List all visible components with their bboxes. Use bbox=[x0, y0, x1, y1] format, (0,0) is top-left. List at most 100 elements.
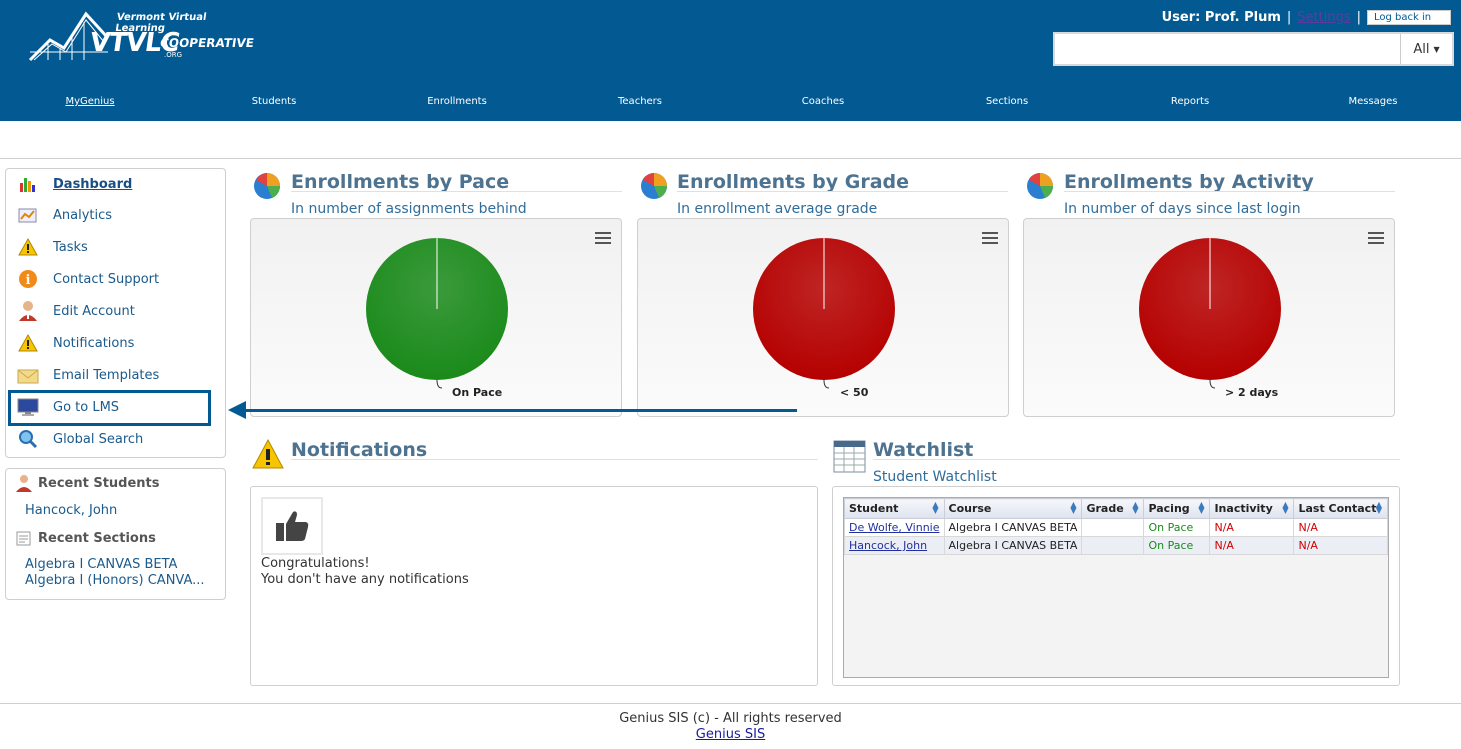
warning-icon bbox=[17, 332, 39, 354]
vtvlc-logo[interactable]: Vermont Virtual Learning VTVLC COOPERATI… bbox=[28, 8, 255, 66]
recent-sections-title: Recent Sections bbox=[38, 530, 156, 546]
warning-icon bbox=[252, 438, 284, 469]
grade-cell bbox=[1081, 518, 1145, 537]
activity-chart-panel: > 2 days bbox=[1023, 218, 1395, 417]
pace-chart-panel: On Pace bbox=[250, 218, 622, 417]
recent-students-heading: Recent Students bbox=[15, 474, 160, 492]
highlight-box bbox=[8, 390, 211, 426]
sidebar-item-analytics[interactable]: Analytics bbox=[17, 203, 112, 227]
footer-link-row: Genius SIS bbox=[0, 727, 1461, 742]
global-search-input[interactable]: All ▼ bbox=[1053, 32, 1454, 66]
pie-chart-icon bbox=[254, 173, 280, 199]
pie-chart-icon bbox=[641, 173, 667, 199]
student-link[interactable]: Hancock, John bbox=[849, 539, 927, 552]
recent-student-link[interactable]: Hancock, John bbox=[25, 503, 117, 518]
logo-line2: COOPERATIVE bbox=[159, 36, 255, 50]
title-divider bbox=[291, 459, 818, 460]
sidebar-item-label: Contact Support bbox=[53, 271, 160, 287]
search-scope-value: All bbox=[1413, 41, 1430, 57]
search-scope-dropdown[interactable]: All ▼ bbox=[1400, 34, 1452, 64]
envelope-icon bbox=[17, 364, 39, 386]
annotation-arrow bbox=[244, 409, 797, 412]
label-connector bbox=[436, 379, 443, 389]
pie-slice-label: < 50 bbox=[840, 386, 869, 399]
watchlist-title: Watchlist bbox=[873, 439, 974, 461]
svg-text:i: i bbox=[26, 273, 31, 288]
info-icon: i bbox=[17, 268, 39, 290]
notification-message: You don't have any notifications bbox=[261, 572, 469, 587]
sidebar-item-label: Tasks bbox=[53, 239, 88, 255]
sort-icon: ▲ ▼ bbox=[1132, 500, 1139, 515]
nav-teachers[interactable]: Teachers bbox=[618, 96, 662, 107]
label-connector bbox=[1209, 379, 1216, 389]
sort-icon: ▲ ▼ bbox=[932, 500, 939, 515]
inactivity-cell: N/A bbox=[1209, 518, 1295, 537]
sidebar-item-global-search[interactable]: Global Search bbox=[17, 427, 143, 451]
log-back-in-button[interactable]: Log back in bbox=[1367, 9, 1451, 25]
sort-icon: ▲ ▼ bbox=[1282, 500, 1289, 515]
sidebar-item-contact-support[interactable]: i Contact Support bbox=[17, 267, 159, 291]
nav-mygenius[interactable]: MyGenius bbox=[65, 96, 114, 107]
grade-pie-chart bbox=[753, 238, 895, 389]
activity-widget-title: Enrollments by Activity bbox=[1064, 171, 1314, 193]
column-header-last-contact[interactable]: Last Contact ▲ ▼ bbox=[1293, 498, 1388, 519]
sidebar-item-edit-account[interactable]: Edit Account bbox=[17, 299, 135, 323]
recent-sections-heading: Recent Sections bbox=[15, 529, 156, 547]
pace-pie-chart bbox=[366, 238, 508, 389]
nav-reports[interactable]: Reports bbox=[1171, 96, 1209, 107]
caret-down-icon: ▼ bbox=[1433, 44, 1440, 54]
thumbs-up-icon bbox=[261, 497, 323, 555]
magnifier-icon bbox=[17, 428, 39, 450]
settings-link[interactable]: Settings bbox=[1297, 10, 1350, 25]
sidebar-item-dashboard[interactable]: Dashboard bbox=[17, 172, 132, 196]
warning-icon bbox=[17, 236, 39, 258]
column-header-inactivity[interactable]: Inactivity ▲ ▼ bbox=[1209, 498, 1295, 519]
pie-chart-icon bbox=[1027, 173, 1053, 199]
subheader-bar bbox=[0, 121, 1461, 159]
sidebar-item-notifications[interactable]: Notifications bbox=[17, 331, 134, 355]
footer-divider bbox=[0, 703, 1461, 704]
nav-messages[interactable]: Messages bbox=[1348, 96, 1397, 107]
column-header-grade[interactable]: Grade ▲ ▼ bbox=[1081, 498, 1145, 519]
label-connector bbox=[823, 379, 830, 389]
nav-students[interactable]: Students bbox=[252, 96, 297, 107]
column-header-pacing[interactable]: Pacing ▲ ▼ bbox=[1143, 498, 1211, 519]
watchlist-subtitle: Student Watchlist bbox=[873, 469, 997, 485]
pace-widget-title: Enrollments by Pace bbox=[291, 171, 510, 193]
nav-coaches[interactable]: Coaches bbox=[802, 96, 844, 107]
dashboard-icon bbox=[17, 173, 39, 195]
pace-widget-subtitle: In number of assignments behind bbox=[291, 201, 527, 217]
nav-sections[interactable]: Sections bbox=[986, 96, 1028, 107]
course-cell: Algebra I CANVAS BETA bbox=[943, 518, 1083, 537]
notifications-title: Notifications bbox=[291, 439, 428, 461]
column-header-student[interactable]: Student ▲ ▼ bbox=[844, 498, 945, 519]
pie-slice-label: On Pace bbox=[452, 386, 503, 399]
grade-cell bbox=[1081, 536, 1145, 555]
pie-slice-label: > 2 days bbox=[1225, 386, 1279, 399]
student-link[interactable]: De Wolfe, Vinnie bbox=[849, 521, 940, 534]
course-cell: Algebra I CANVAS BETA bbox=[943, 536, 1083, 555]
grade-chart-panel: < 50 bbox=[637, 218, 1009, 417]
nav-enrollments[interactable]: Enrollments bbox=[427, 96, 487, 107]
recent-section-link[interactable]: Algebra I (Honors) CANVA... bbox=[25, 573, 205, 588]
sidebar-item-label: Dashboard bbox=[53, 176, 133, 192]
sidebar-item-label: Notifications bbox=[53, 335, 135, 351]
title-divider bbox=[873, 459, 1400, 460]
sidebar-item-label: Edit Account bbox=[53, 303, 135, 319]
sidebar-item-tasks[interactable]: Tasks bbox=[17, 235, 88, 259]
sort-icon: ▲ ▼ bbox=[1375, 500, 1382, 515]
column-header-course[interactable]: Course ▲ ▼ bbox=[943, 498, 1083, 519]
title-divider bbox=[677, 191, 1008, 192]
table-row[interactable]: Hancock, John Algebra I CANVAS BETA On P… bbox=[844, 536, 1388, 555]
sidebar-item-label: Analytics bbox=[53, 207, 113, 223]
footer-copyright: Genius SIS (c) - All rights reserved bbox=[619, 711, 842, 726]
sidebar-item-label: Global Search bbox=[53, 431, 144, 447]
genius-sis-link[interactable]: Genius SIS bbox=[696, 727, 765, 742]
main-nav: MyGenius Students Enrollments Teachers C… bbox=[0, 96, 1461, 112]
user-icon bbox=[17, 300, 39, 322]
table-row[interactable]: De Wolfe, Vinnie Algebra I CANVAS BETA O… bbox=[844, 518, 1388, 537]
user-bar: User: Prof. Plum | Settings | Log back i… bbox=[1162, 8, 1451, 26]
recent-section-link[interactable]: Algebra I CANVAS BETA bbox=[25, 557, 177, 572]
sidebar-item-email-templates[interactable]: Email Templates bbox=[17, 363, 159, 387]
sort-icon: ▲ ▼ bbox=[1070, 500, 1077, 515]
